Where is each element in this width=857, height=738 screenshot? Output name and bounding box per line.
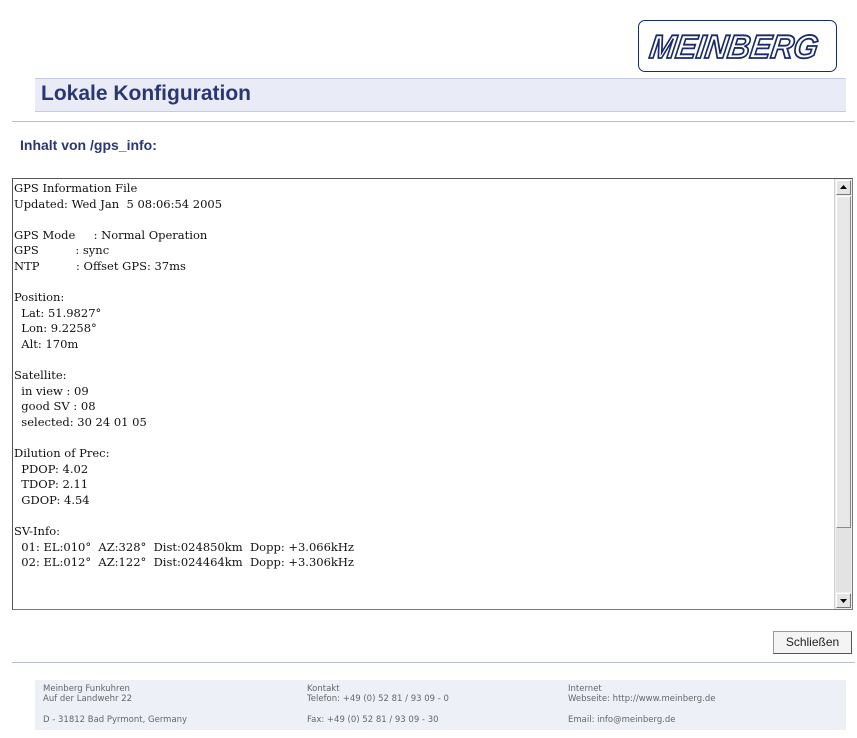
section-heading: Inhalt von /gps_info: — [20, 137, 157, 153]
internet-website[interactable]: Webseite: http://www.meinberg.de — [568, 694, 715, 704]
internet-email[interactable]: Email: info@meinberg.de — [568, 715, 715, 725]
scroll-down-button[interactable] — [836, 593, 851, 608]
logo-wordmark: MEINBERG — [647, 28, 821, 66]
company-street: Auf der Landwehr 22 — [43, 694, 133, 704]
scrollbar-track[interactable] — [836, 528, 851, 592]
page-title: Lokale Konfiguration — [41, 82, 251, 105]
internet-heading: Internet — [568, 684, 602, 694]
footer-contact: Kontakt Telefon: +49 (0) 52 81 / 93 09 -… — [307, 684, 449, 725]
vertical-scrollbar[interactable] — [834, 179, 852, 609]
company-name: Meinberg Funkuhren — [43, 684, 130, 694]
gps-info-textarea[interactable]: GPS Information File Updated: Wed Jan 5 … — [12, 178, 853, 610]
scroll-up-button[interactable] — [836, 180, 851, 195]
contact-phone: Telefon: +49 (0) 52 81 / 93 09 - 0 — [307, 694, 449, 704]
contact-heading: Kontakt — [307, 684, 340, 694]
meinberg-logo: MEINBERG — [638, 20, 837, 72]
footer: Meinberg Funkuhren Auf der Landwehr 22 D… — [35, 680, 846, 730]
arrow-up-icon — [840, 185, 847, 189]
arrow-down-icon — [840, 599, 847, 603]
footer-internet: Internet Webseite: http://www.meinberg.d… — [568, 684, 715, 725]
close-button[interactable]: Schließen — [773, 631, 852, 654]
company-city: D - 31812 Bad Pyrmont, Germany — [43, 715, 188, 725]
contact-fax: Fax: +49 (0) 52 81 / 93 09 - 30 — [307, 715, 439, 725]
title-bar: Lokale Konfiguration — [35, 78, 846, 112]
scrollbar-thumb[interactable] — [836, 196, 851, 528]
logo-text: MEINBERG — [647, 29, 820, 66]
footer-company: Meinberg Funkuhren Auf der Landwehr 22 D… — [43, 684, 187, 725]
gps-info-content[interactable]: GPS Information File Updated: Wed Jan 5 … — [14, 181, 834, 609]
